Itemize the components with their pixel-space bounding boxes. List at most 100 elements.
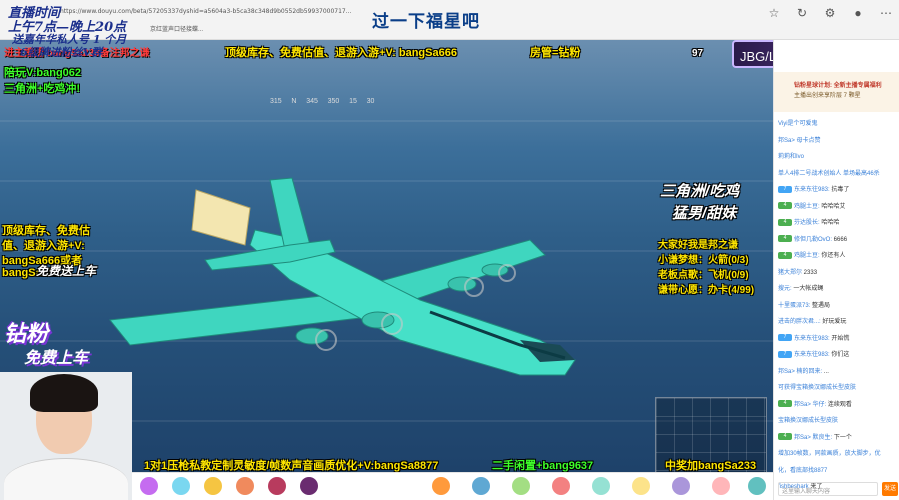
chat-message: 十里蛋派73: 整遇局: [778, 300, 899, 309]
chat-username[interactable]: 鸡腿土豆:: [794, 253, 820, 259]
chat-message: 进击的胖次君...: 好玩爱玩: [778, 316, 899, 325]
user-level-badge: 4: [778, 202, 792, 210]
chat-username[interactable]: 单人4排二号战术创始人 单场最高46杀: [778, 171, 880, 177]
stream-schedule-fans: 6级牌进粉丝V群: [20, 46, 103, 59]
chat-message: Viyi是个可爱鬼: [778, 118, 899, 127]
chat-message: 4 芬达股长: 哈哈哈: [778, 217, 899, 226]
chat-text: 2333: [802, 269, 818, 276]
refresh-icon[interactable]: ↻: [795, 6, 809, 20]
chat-message: 增加30帧数，同款画质，放大脚步，优: [778, 448, 899, 457]
chat-username[interactable]: Viyi是个可爱鬼: [778, 121, 818, 127]
chat-message: 猪大郑尔 2333: [778, 267, 899, 276]
hud-compass: 315 N 345 350 15 30: [270, 98, 375, 105]
goal-plane: 老板点歌：飞机(0/9): [658, 270, 749, 281]
chat-message: 化，看底部找8877: [778, 465, 899, 474]
chat-username[interactable]: 东来东往983:: [794, 352, 830, 358]
chat-message: 邦Sa> 楠的回来: ...: [778, 366, 899, 375]
goal-rocket: 小谦梦想：火箭(0/3): [658, 255, 749, 266]
tagline-1: 三角洲/吃鸡: [660, 183, 740, 200]
promo-top: 顶级库存、免费估值、退游入游+V: bangSa666: [225, 47, 457, 59]
chat-text: ...: [822, 368, 829, 375]
user-level-badge: 4: [778, 433, 792, 441]
gift-icon[interactable]: [712, 477, 730, 495]
user-level-badge: 4: [778, 235, 792, 243]
chat-username[interactable]: 东来东往983:: [794, 336, 830, 342]
bottom-banner-2: 二手闲置+bang9637: [492, 460, 594, 472]
chat-username[interactable]: 东来东往983:: [794, 187, 830, 193]
chat-username[interactable]: 化，看底部找8877: [778, 468, 827, 474]
gear-icon[interactable]: ⚙: [823, 6, 837, 20]
chat-username[interactable]: 十里蛋派73:: [778, 303, 810, 309]
gift-icon[interactable]: [472, 477, 490, 495]
chat-text: 下一个: [832, 434, 852, 441]
browser-actions: ☆ ↻ ⚙ ● ⋯: [767, 6, 893, 20]
menu-icon[interactable]: ⋯: [879, 6, 893, 20]
chat-message: 7 东来东往983: 抗毒了: [778, 184, 899, 193]
chat-text: 抗毒了: [829, 187, 850, 193]
chat-text: 6666: [832, 236, 848, 243]
chat-input[interactable]: 这里输入聊天内容: [778, 482, 878, 496]
chat-message: 7 东来东往983: 你们这: [778, 349, 899, 358]
gift-icon[interactable]: [632, 477, 650, 495]
goal-card: 谦带心愿：办卡(4/99): [658, 285, 755, 296]
gift-icon[interactable]: [432, 477, 450, 495]
chat-username[interactable]: 鸡腿土豆:: [794, 204, 820, 210]
stream-overlay-line: 三角洲+吃鸡冲!: [4, 83, 81, 95]
chat-message: 宝箱换汉娜成长型皮肤: [778, 415, 899, 424]
chat-message: 4 邦Sa> 华仔: 连续观看: [778, 399, 899, 408]
chat-username[interactable]: 进击的胖次君...:: [778, 319, 821, 325]
gift-icon[interactable]: [512, 477, 530, 495]
streamer-webcam: [0, 372, 132, 500]
chat-text: 开始慌: [829, 335, 850, 342]
star-icon[interactable]: ☆: [767, 6, 781, 20]
chat-username[interactable]: 修但几勒OvO:: [794, 237, 832, 243]
gift-icon[interactable]: [748, 477, 766, 495]
chat-text: 好玩爱玩: [820, 319, 847, 325]
chat-username[interactable]: 邦Sa> 母卡点赞: [778, 138, 821, 144]
bottom-banner: 1对1压枪私教定制灵敏度/帧数声音画质优化+V:bangSa8877: [144, 460, 439, 472]
gift-icon[interactable]: [236, 477, 254, 495]
chat-message: 7 东来东往983: 开始慌: [778, 333, 899, 342]
user-level-badge: 4: [778, 251, 792, 259]
chat-username[interactable]: 邦Sa> 默良生:: [794, 435, 832, 441]
chat-username[interactable]: 增加30帧数，同款画质，放大脚步，优: [778, 451, 881, 457]
gift-icon[interactable]: [552, 477, 570, 495]
stream-overlay-line: 陪玩V:bang062: [4, 67, 82, 79]
chat-promo-banner[interactable]: 钻粉星球计划: 全新主播专属福利 主播出创来享阶层 7 颗星: [774, 72, 899, 112]
user-level-badge: 7: [778, 350, 792, 358]
user-icon[interactable]: ●: [851, 6, 865, 20]
chat-username[interactable]: 宝箱换汉娜成长型皮肤: [778, 418, 838, 424]
browser-tab[interactable]: 京红蓝声口径接蝶...: [150, 24, 203, 33]
chat-text: 连续观看: [826, 401, 852, 408]
chat-text: 整遇局: [810, 302, 831, 309]
chat-panel: 钻粉星球计划: 全新主播专属福利 主播出创来享阶层 7 颗星 Viyi是个可爱鬼…: [773, 40, 899, 500]
gift-icon[interactable]: [592, 477, 610, 495]
chat-message: 4 鸡腿土豆: 哈哈哈艾: [778, 201, 899, 210]
chat-text: 哈哈哈艾: [819, 203, 846, 210]
promo-left-sub: 免费送上车: [36, 264, 97, 278]
chat-message: 搜元: 一大帐成蝇: [778, 283, 899, 292]
gift-icon[interactable]: [300, 477, 318, 495]
chat-message: 莉莉和Ivo: [778, 151, 899, 160]
chat-message: 单人4排二号战术创始人 单场最高46杀: [778, 168, 899, 177]
streamer-hair: [30, 374, 98, 412]
chat-username[interactable]: 猪大郑尔: [778, 270, 802, 276]
gift-icon[interactable]: [140, 477, 158, 495]
trophy-icon[interactable]: [204, 477, 222, 495]
gift-icon[interactable]: [172, 477, 190, 495]
chat-username[interactable]: 邦Sa> 楠的回来:: [778, 369, 822, 375]
gift-icon[interactable]: [268, 477, 286, 495]
chat-text: 你还有人: [819, 253, 846, 259]
chat-username[interactable]: 可获得宝箱换汉娜成长型皮肤: [778, 385, 856, 391]
send-button[interactable]: 发送: [882, 482, 898, 496]
chat-text: 你们这: [829, 352, 850, 358]
chat-message: 4 鸡腿土豆: 你还有人: [778, 250, 899, 259]
game-score: 97: [692, 48, 704, 59]
chat-banner-title: 钻粉星球计划: 全新主播专属福利: [794, 83, 882, 89]
chat-username[interactable]: 搜元:: [778, 286, 792, 292]
chat-username[interactable]: 芬达股长:: [794, 220, 820, 226]
chat-username[interactable]: 邦Sa> 华仔:: [794, 402, 826, 408]
user-level-badge: 4: [778, 218, 792, 226]
gift-icon[interactable]: [672, 477, 690, 495]
chat-username[interactable]: 莉莉和Ivo: [778, 154, 804, 160]
